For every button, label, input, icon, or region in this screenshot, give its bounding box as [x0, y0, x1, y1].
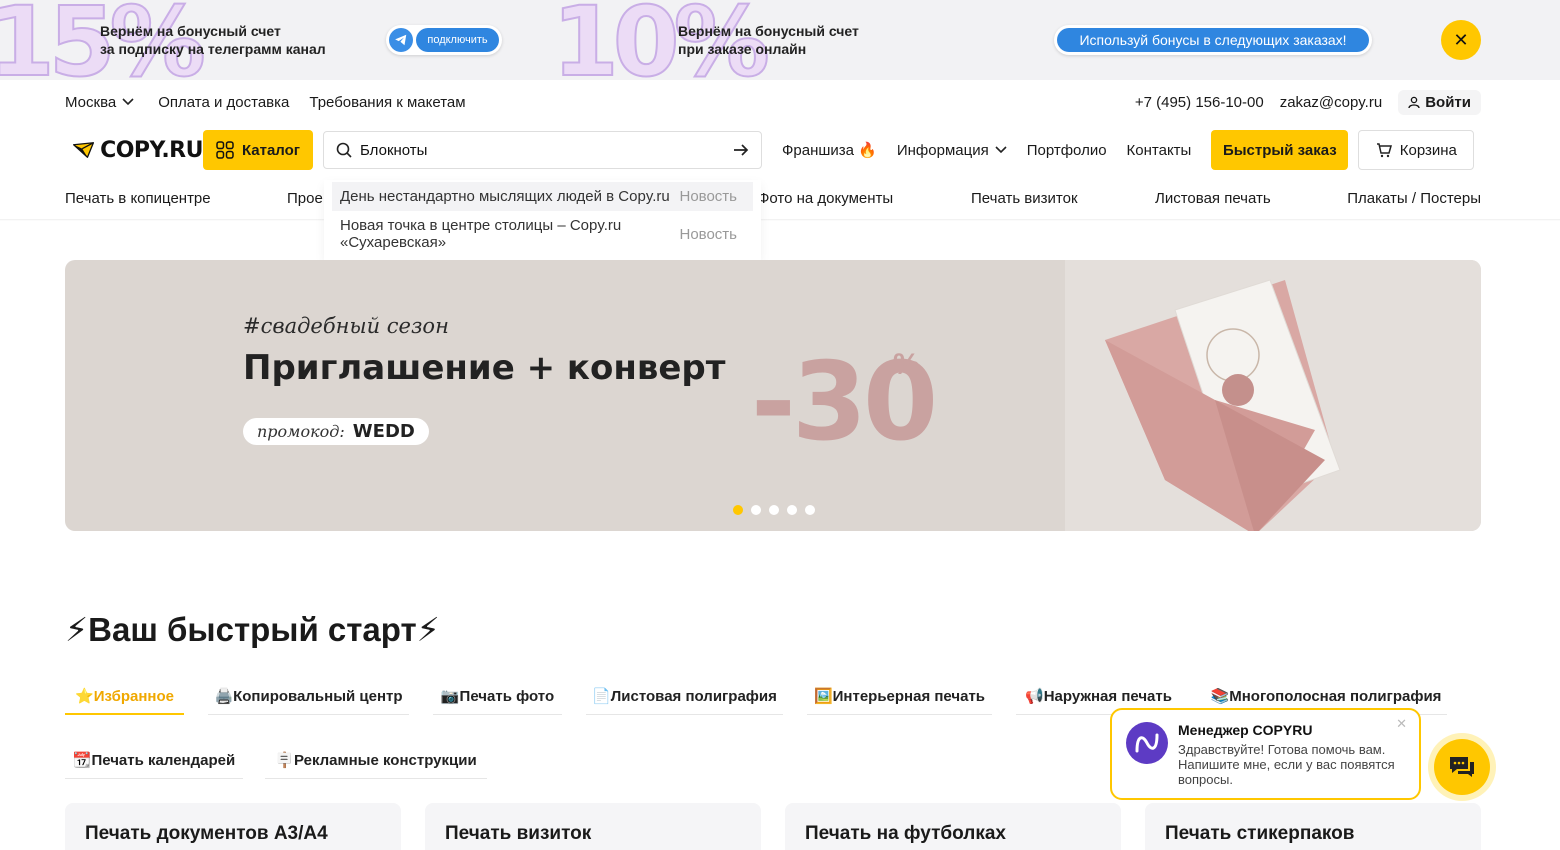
- close-icon: ✕: [1453, 29, 1469, 50]
- search-input[interactable]: [360, 141, 725, 159]
- manager-avatar: [1126, 722, 1168, 764]
- chat-popup[interactable]: Менеджер COPYRU Здравствуйте! Готова пом…: [1110, 708, 1421, 800]
- cart-icon: [1376, 143, 1392, 158]
- hero-banner[interactable]: #свадебный сезон Приглашение + конверт п…: [65, 260, 1481, 531]
- slider-dot[interactable]: [769, 505, 779, 515]
- category-link[interactable]: Прое: [287, 190, 323, 207]
- promo-text-line: за подписку на телеграмм канал: [100, 41, 326, 57]
- envelope-invitation-image: [1065, 260, 1481, 531]
- slider-dot[interactable]: [733, 505, 743, 515]
- tab-photo-print[interactable]: 📷Печать фото: [433, 680, 562, 715]
- nav-information[interactable]: Информация: [897, 142, 1007, 159]
- promo-text-line: Вернём на бонусный счет: [100, 23, 281, 39]
- product-card[interactable]: Печать визиток: [425, 803, 761, 850]
- paper-plane-logo-icon: [73, 142, 95, 158]
- suggestion-item[interactable]: Новая точка в центре столицы – Copy.ru «…: [332, 211, 753, 257]
- city-label: Москва: [65, 93, 117, 111]
- chat-fab-inner: [1434, 739, 1490, 795]
- main-header: COPY.RU Каталог Франшиза 🔥 Информация По…: [65, 130, 1481, 170]
- nav-franchise[interactable]: Франшиза 🔥: [782, 141, 877, 159]
- category-nav: Печать в копицентре Прое Фото на докумен…: [65, 190, 1481, 210]
- payment-delivery-link[interactable]: Оплата и доставка: [158, 94, 289, 111]
- tab-sheet-printing[interactable]: 📄Листовая полиграфия: [586, 680, 783, 715]
- use-bonus-label: Используй бонусы в следующих заказах!: [1057, 28, 1369, 52]
- chat-title: Менеджер COPYRU: [1178, 722, 1313, 738]
- promo-banner: 15% Вернём на бонусный счет за подписку …: [0, 0, 1560, 80]
- header-nav: Франшиза 🔥 Информация Портфолио Контакты: [782, 141, 1211, 160]
- banner-hashtag: #свадебный сезон: [243, 314, 449, 338]
- promo-code-label: промокод:: [257, 422, 345, 441]
- search-icon: [336, 142, 352, 158]
- cart-label: Корзина: [1399, 141, 1457, 159]
- category-link[interactable]: Листовая печать: [1155, 190, 1271, 207]
- login-label: Войти: [1425, 93, 1471, 111]
- suggestion-tag: Новость: [679, 188, 737, 205]
- nav-information-label: Информация: [896, 141, 989, 159]
- slider-dot[interactable]: [787, 505, 797, 515]
- quick-order-button[interactable]: Быстрый заказ: [1211, 130, 1349, 170]
- banner-slider-dots: [733, 505, 815, 515]
- logo-text: COPY.RU: [100, 137, 203, 163]
- layout-requirements-link[interactable]: Требования к макетам: [309, 94, 465, 111]
- slider-dot[interactable]: [805, 505, 815, 515]
- suggestion-tag: Новость: [679, 225, 737, 243]
- telegram-connect-label: подключить: [416, 28, 499, 52]
- use-bonus-button[interactable]: Используй бонусы в следующих заказах!: [1054, 25, 1372, 55]
- category-link[interactable]: Печать в копицентре: [65, 190, 211, 207]
- close-icon[interactable]: ✕: [1396, 716, 1407, 732]
- login-button[interactable]: Войти: [1398, 89, 1481, 115]
- phone-link[interactable]: +7 (495) 156-10-00: [1135, 94, 1264, 111]
- header-divider: [0, 219, 1560, 221]
- promo-close-button[interactable]: ✕: [1441, 20, 1481, 60]
- chevron-down-icon: [995, 146, 1007, 154]
- category-link[interactable]: Печать визиток: [971, 190, 1078, 207]
- banner-headline: Приглашение + конверт: [243, 348, 726, 388]
- city-selector[interactable]: Москва: [65, 94, 134, 111]
- promo-text-line: при заказе онлайн: [678, 41, 807, 57]
- grid-icon: [216, 141, 234, 159]
- suggestion-item[interactable]: День нестандартно мыслящих людей в Copy.…: [332, 182, 753, 211]
- catalog-label: Каталог: [241, 141, 301, 159]
- category-link[interactable]: Фото на документы: [758, 190, 893, 207]
- suggestion-title: Новая точка в центре столицы – Copy.ru «…: [340, 217, 622, 251]
- category-link[interactable]: Плакаты / Постеры: [1347, 190, 1481, 207]
- nav-portfolio[interactable]: Портфолио: [1027, 142, 1107, 159]
- banner-percent: %: [893, 348, 920, 381]
- top-bar: Москва Оплата и доставка Требования к ма…: [65, 88, 1481, 116]
- search-suggestions: День нестандартно мыслящих людей в Copy.…: [324, 180, 761, 260]
- quickstart-title: ⚡Ваш быстрый старт⚡: [65, 611, 440, 648]
- telegram-connect-button[interactable]: подключить: [386, 25, 502, 55]
- product-card[interactable]: Печать на футболках: [785, 803, 1121, 850]
- logo[interactable]: COPY.RU: [73, 138, 203, 163]
- tab-calendars[interactable]: 📆Печать календарей: [65, 744, 243, 779]
- promo-text-telegram: Вернём на бонусный счет за подписку на т…: [100, 22, 326, 58]
- email-link[interactable]: zakaz@copy.ru: [1280, 94, 1383, 111]
- product-card[interactable]: Печать стикерпаков: [1145, 803, 1481, 850]
- manager-logo-icon: [1135, 733, 1159, 753]
- product-cards: Печать документов А3/А4 Печать визиток П…: [65, 803, 1481, 850]
- tab-interior-print[interactable]: 🖼️Интерьерная печать: [807, 680, 992, 715]
- cart-button[interactable]: Корзина: [1358, 130, 1475, 170]
- promo-text-line: Вернём на бонусный счет: [678, 23, 859, 39]
- chat-message: Здравствуйте! Готова помочь вам. Напишит…: [1178, 742, 1395, 787]
- chat-open-button[interactable]: [1428, 733, 1496, 801]
- tab-copy-center[interactable]: 🖨️Копировальный центр: [208, 680, 409, 715]
- top-bar-contacts: +7 (495) 156-10-00 zakaz@copy.ru Войти: [1135, 89, 1481, 115]
- nav-contacts[interactable]: Контакты: [1127, 142, 1192, 159]
- chat-bubbles-icon: [1450, 757, 1474, 777]
- promo-code-value: WEDD: [352, 421, 415, 442]
- slider-dot[interactable]: [751, 505, 761, 515]
- user-icon: [1408, 96, 1420, 108]
- chevron-down-icon: [122, 98, 134, 106]
- tab-favorites[interactable]: ⭐Избранное: [65, 680, 184, 715]
- telegram-icon: [389, 28, 413, 52]
- product-card[interactable]: Печать документов А3/А4: [65, 803, 401, 850]
- search-box: [323, 131, 762, 169]
- catalog-button[interactable]: Каталог: [203, 130, 313, 170]
- arrow-right-icon[interactable]: [733, 143, 749, 157]
- suggestion-title: День нестандартно мыслящих людей в Copy.…: [340, 188, 670, 205]
- promo-text-online: Вернём на бонусный счет при заказе онлай…: [678, 22, 859, 58]
- tab-ad-structures[interactable]: 🪧Рекламные конструкции: [265, 744, 487, 779]
- promo-code-pill: промокод: WEDD: [243, 418, 429, 445]
